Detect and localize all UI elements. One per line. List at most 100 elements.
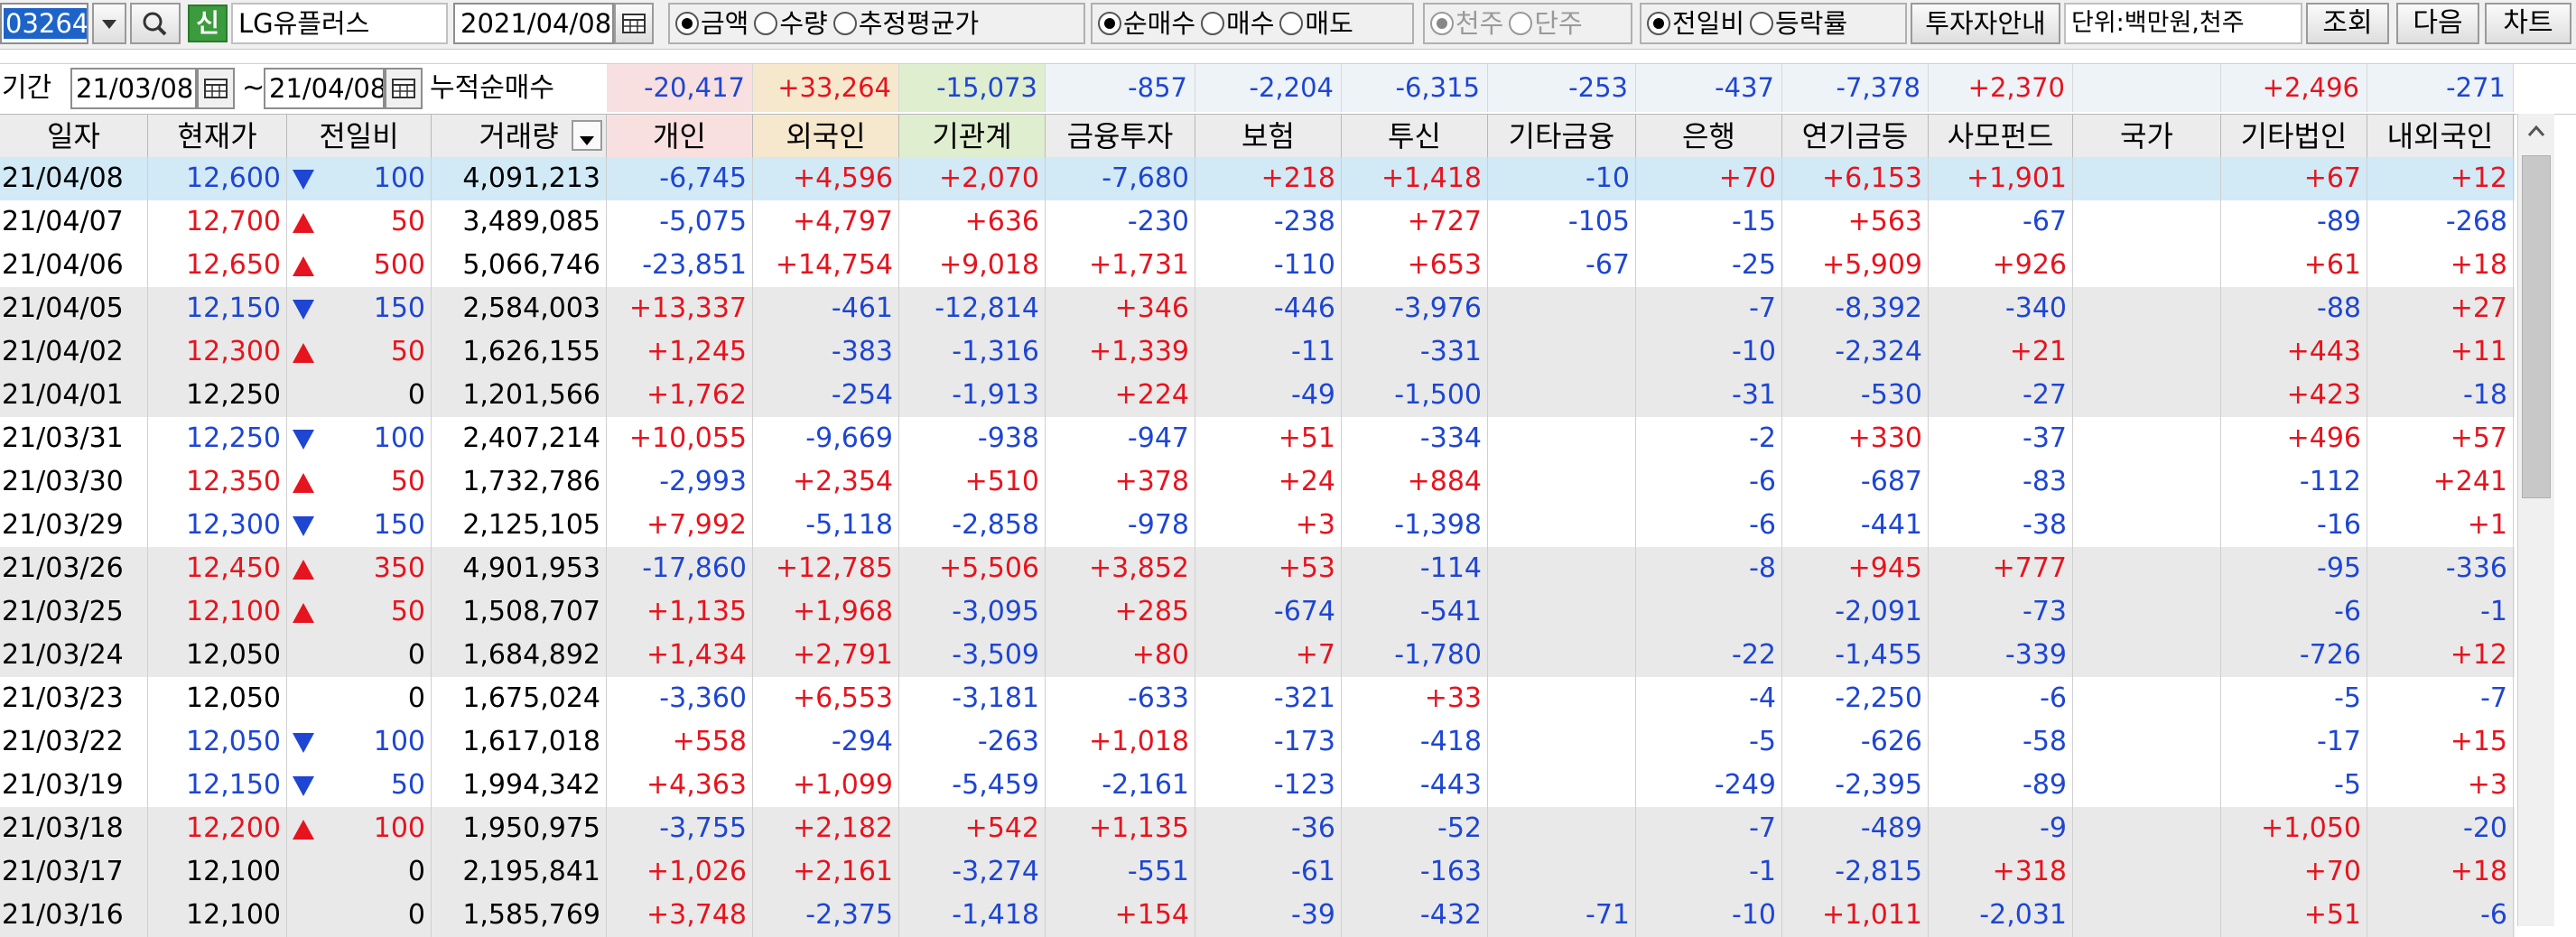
investor-value-cell: -268 [2367,200,2514,244]
table-row[interactable]: 21/03/18 12,200 100 1,950,975 -3,755 +2,182 +5… [0,807,2515,850]
header-7[interactable]: 금융투자 [1046,115,1195,158]
chart-button[interactable]: 차트 [2485,3,2571,44]
investor-value-cell: +6,153 [1782,157,1929,200]
price-cell: 12,200 [148,807,287,850]
radio-net-buy[interactable] [1098,12,1121,35]
period-to-calendar-button[interactable] [385,68,423,109]
investor-value-cell: -58 [1929,720,2073,764]
query-button[interactable]: 조회 [2306,3,2389,44]
investor-value-cell: -8 [1636,547,1782,590]
header-2[interactable]: 전일비 [287,115,432,158]
table-row[interactable]: 21/04/06 12,650 500 5,066,746 -23,851 +14,754… [0,244,2515,287]
table-row[interactable]: 21/03/29 12,300 150 2,125,105 +7,992 -5,118 -2… [0,504,2515,547]
investor-value-cell: +70 [2221,850,2367,894]
scroll-thumb[interactable] [2522,155,2551,498]
table-row[interactable]: 21/04/02 12,300 50 1,626,155 +1,245 -383 -1,31… [0,330,2515,374]
radio-sell[interactable] [1279,12,1304,35]
table-row[interactable]: 21/03/23 12,050 0 1,675,024 -3,360 +6,553 -3,1… [0,677,2515,720]
vertical-scrollbar[interactable] [2517,114,2554,926]
table-row[interactable]: 21/03/26 12,450 350 4,901,953 -17,860 +12,785… [0,547,2515,590]
date-cell: 21/03/23 [0,677,148,720]
header-9[interactable]: 투신 [1342,115,1488,158]
header-4[interactable]: 개인 [607,115,753,158]
investor-value-cell: -321 [1195,677,1342,720]
volume-cell: 1,684,892 [432,634,607,677]
investor-value-cell: -340 [1929,287,2073,330]
period-from-input[interactable]: 21/03/08 [70,68,197,109]
radio-prev-day[interactable] [1647,12,1670,35]
investor-value-cell: +1,901 [1929,157,2073,200]
investor-value-cell: -6,745 [607,157,753,200]
search-button[interactable] [130,3,181,44]
table-row[interactable]: 21/03/24 12,050 0 1,684,892 +1,434 +2,791 -3,5… [0,634,2515,677]
investor-value-cell: +727 [1342,200,1488,244]
volume-cell: 1,626,155 [432,330,607,374]
table-row[interactable]: 21/03/16 12,100 0 1,585,769 +3,748 -2,375 -1,4… [0,894,2515,937]
investor-value-cell: +1,018 [1046,720,1195,764]
header-13[interactable]: 사모펀드 [1929,115,2073,158]
header-5[interactable]: 외국인 [753,115,899,158]
date-input[interactable]: 2021/04/08 [453,3,614,44]
investor-value-cell: -23,851 [607,244,753,287]
triangle-up-icon [293,560,314,580]
table-row[interactable]: 21/04/01 12,250 0 1,201,566 +1,762 -254 -1,913… [0,374,2515,417]
radio-amount[interactable] [675,12,699,35]
radio-estimated-avg[interactable] [832,12,857,35]
header-11[interactable]: 은행 [1636,115,1782,158]
investor-value-cell: -2,395 [1782,764,1929,807]
sort-dropdown-icon[interactable] [572,120,602,151]
table-row[interactable]: 21/03/25 12,100 50 1,508,707 +1,135 +1,968 -3,… [0,590,2515,634]
table-row[interactable]: 21/04/05 12,150 150 2,584,003 +13,337 -461 -12… [0,287,2515,330]
stock-code-input[interactable]: 032640 [0,3,88,44]
table-row[interactable]: 21/03/31 12,250 100 2,407,214 +10,055 -9,669-… [0,417,2515,460]
header-8[interactable]: 보험 [1195,115,1342,158]
radio-change-rate[interactable] [1750,12,1774,35]
table-row[interactable]: 21/04/08 12,600 100 4,091,213 -6,745 +4,596 +2… [0,157,2515,200]
header-16[interactable]: 내외국인 [2367,115,2514,158]
radio-quantity[interactable] [754,12,778,35]
table-row[interactable]: 21/03/22 12,050 100 1,617,018 +558 -294 -263 +1… [0,720,2515,764]
table-row[interactable]: 21/03/19 12,150 50 1,994,342 +4,363 +1,099 -5,… [0,764,2515,807]
header-3[interactable]: 거래량 [432,115,607,158]
table-row[interactable]: 21/04/07 12,700 50 3,489,085 -5,075 +4,797 +63… [0,200,2515,244]
header-6[interactable]: 기관계 [899,115,1046,158]
investor-value-cell: -6 [1929,677,2073,720]
header-10[interactable]: 기타금융 [1488,115,1636,158]
radio-buy[interactable] [1201,12,1225,35]
investor-value-cell: -6 [2367,894,2514,937]
header-1[interactable]: 현재가 [148,115,287,158]
header-0[interactable]: 일자 [0,115,148,158]
scroll-up-button[interactable] [2518,114,2554,150]
investor-value-cell: -446 [1195,287,1342,330]
period-from-calendar-button[interactable] [197,68,235,109]
investor-value-cell: +1,762 [607,374,753,417]
table-row[interactable]: 21/03/17 12,100 0 2,195,841 +1,026 +2,161 -3,2… [0,850,2515,894]
investor-value-cell [2073,634,2221,677]
investor-value-cell: -249 [1636,764,1782,807]
volume-cell: 1,994,342 [432,764,607,807]
calendar-button[interactable] [614,3,654,44]
next-button[interactable]: 다음 [2396,3,2479,44]
investor-value-cell: -7 [1636,287,1782,330]
investor-value-cell: +18 [2367,244,2514,287]
radio-single-shares[interactable] [1509,12,1533,35]
table-row[interactable]: 21/03/30 12,350 50 1,732,786 -2,993 +2,354 +51… [0,460,2515,504]
investor-value-cell: -105 [1488,200,1636,244]
investor-value-cell: -89 [1929,764,2073,807]
investor-value-cell: -294 [753,720,899,764]
period-to-input[interactable]: 21/04/08 [264,68,385,109]
investor-value-cell: +12 [2367,157,2514,200]
header-15[interactable]: 기타법인 [2221,115,2367,158]
volume-cell: 2,407,214 [432,417,607,460]
header-14[interactable]: 국가 [2073,115,2221,158]
header-12[interactable]: 연기금등 [1782,115,1929,158]
cumulative-value-5: -6,315 [1342,64,1488,112]
radio-thousand-shares[interactable] [1430,12,1454,35]
investor-guide-button[interactable]: 투자자안내 [1911,3,2060,44]
code-dropdown-button[interactable] [92,3,126,44]
investor-value-cell: +51 [2221,894,2367,937]
investor-value-cell [1488,547,1636,590]
investor-value-cell: +4,596 [753,157,899,200]
date-cell: 21/04/02 [0,330,148,374]
investor-value-cell: -3,181 [899,677,1046,720]
